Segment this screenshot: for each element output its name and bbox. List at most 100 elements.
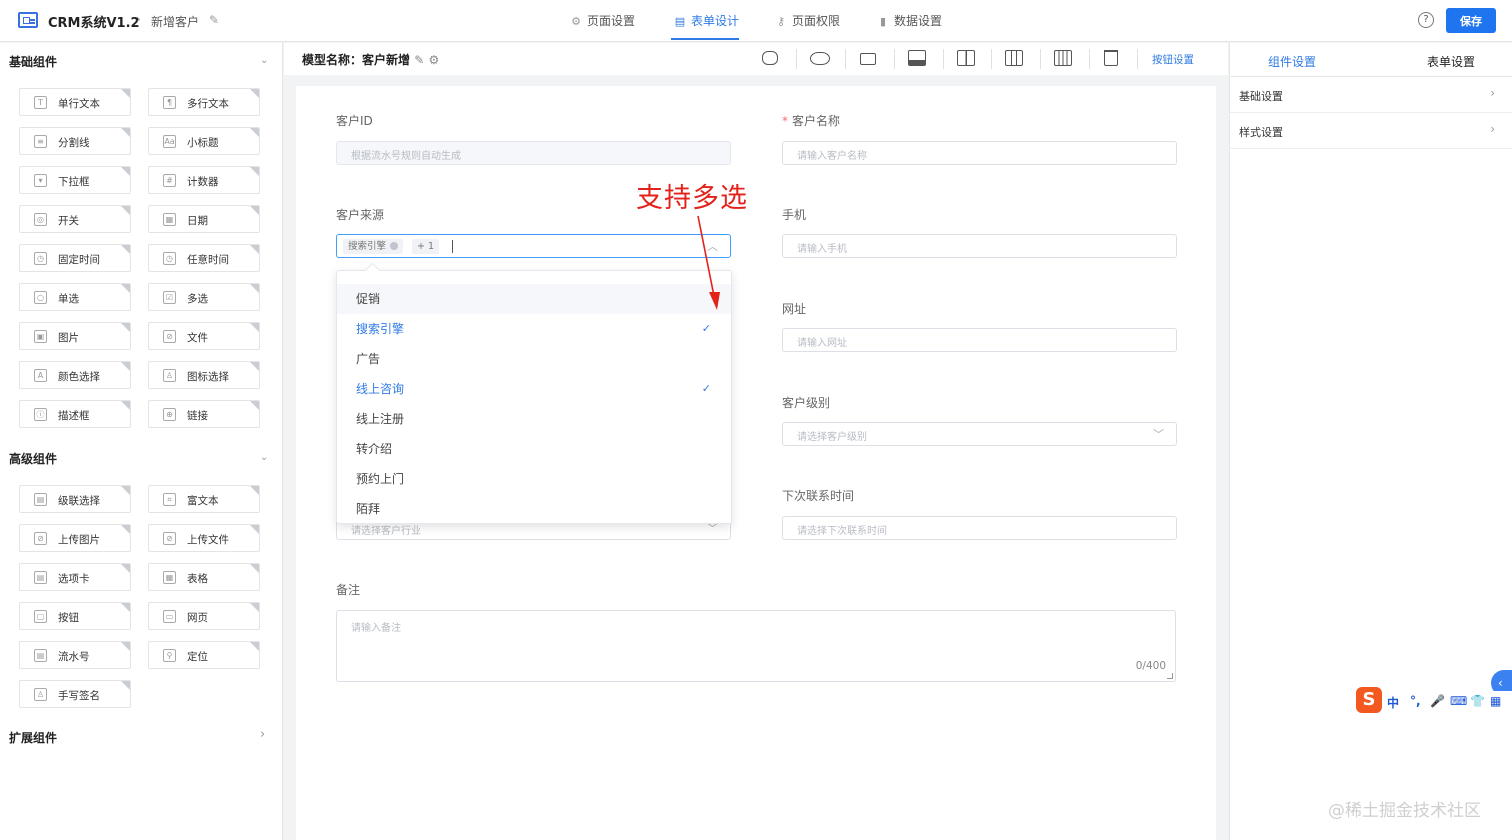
palette-item[interactable]: ◎ 开关: [19, 205, 131, 233]
customer-level-label: 客户级别: [782, 396, 831, 410]
button-settings-link[interactable]: 按钮设置: [1152, 52, 1194, 67]
mobile-input[interactable]: 请输入手机: [782, 234, 1177, 258]
chevron-down-icon[interactable]: ⌄: [260, 55, 268, 66]
palette-item[interactable]: ▤ 级联选择: [19, 485, 131, 513]
component-type-icon: ⓘ: [34, 408, 47, 421]
ime-keyboard-icon[interactable]: ⌨: [1450, 694, 1467, 708]
customer-source-select[interactable]: 搜索引擎 + 1 ︿: [336, 234, 731, 258]
dropdown-option[interactable]: 广告: [337, 344, 731, 374]
annotation-text: 支持多选: [636, 183, 748, 214]
tab-page-settings[interactable]: ⚙ 页面设置: [569, 12, 635, 29]
palette-item[interactable]: ▦ 表格: [148, 563, 260, 591]
palette-item[interactable]: ☑ 多选: [148, 283, 260, 311]
palette-item[interactable]: ▢ 按钮: [19, 602, 131, 630]
edit-icon[interactable]: ✎: [414, 53, 424, 67]
dropdown-option[interactable]: 搜索引擎 ✓: [337, 314, 731, 344]
dropdown-option[interactable]: 线上咨询 ✓: [337, 374, 731, 404]
style-settings-row[interactable]: 样式设置 ›: [1230, 113, 1512, 149]
code-icon[interactable]: [860, 53, 876, 65]
ime-logo-icon[interactable]: S: [1356, 687, 1382, 713]
palette-item[interactable]: ⊘ 上传图片: [19, 524, 131, 552]
palette-item[interactable]: ⚲ 定位: [148, 641, 260, 669]
palette-item[interactable]: # 计数器: [148, 166, 260, 194]
palette-item[interactable]: T 单行文本: [19, 88, 131, 116]
palette-item[interactable]: ⌗ 富文本: [148, 485, 260, 513]
palette-item[interactable]: ▤ 流水号: [19, 641, 131, 669]
edit-title-icon[interactable]: ✎: [209, 13, 219, 27]
tab-page-permission[interactable]: ⚷ 页面权限: [774, 12, 840, 29]
palette-item-label: 开关: [58, 215, 79, 227]
ime-chinese-mode-icon[interactable]: 中: [1387, 694, 1399, 711]
palette-item[interactable]: ¶ 多行文本: [148, 88, 260, 116]
layout-four-column-icon[interactable]: [1054, 50, 1072, 66]
tab-data-settings[interactable]: ▮ 数据设置: [876, 12, 942, 29]
component-type-icon: ▣: [34, 330, 47, 343]
selected-tag[interactable]: 搜索引擎: [343, 239, 404, 254]
resize-handle[interactable]: [1167, 673, 1173, 679]
palette-item[interactable]: ⊘ 上传文件: [148, 524, 260, 552]
toolbar-divider: [1089, 49, 1090, 69]
next-contact-input[interactable]: 请选择下次联系时间: [782, 516, 1177, 540]
dropdown-option[interactable]: 线上注册: [337, 404, 731, 434]
palette-item[interactable]: ⓘ 描述框: [19, 400, 131, 428]
palette-item[interactable]: ▦ 日期: [148, 205, 260, 233]
advanced-components-title: 高级组件: [9, 452, 58, 466]
palette-item[interactable]: ◷ 任意时间: [148, 244, 260, 272]
ime-toolbar: S 中 °, 🎤 ⌨ 👕 ▦: [1356, 687, 1512, 717]
palette-item[interactable]: ≡ 分割线: [19, 127, 131, 155]
tab-component-settings[interactable]: 组件设置: [1268, 53, 1316, 70]
component-type-icon: Aa: [163, 135, 176, 148]
palette-item-label: 文件: [187, 332, 208, 344]
tab-form-design[interactable]: ▤ 表单设计: [673, 12, 739, 29]
trash-icon[interactable]: [1104, 50, 1118, 66]
gear-icon[interactable]: ⚙: [428, 53, 439, 67]
save-button[interactable]: 保存: [1446, 8, 1496, 33]
palette-item[interactable]: ▣ 图片: [19, 322, 131, 350]
dropdown-option[interactable]: 陌拜: [337, 494, 731, 524]
palette-item-label: 手写签名: [58, 690, 100, 702]
palette-item[interactable]: ⊘ 文件: [148, 322, 260, 350]
palette-item-label: 上传文件: [187, 534, 229, 546]
ime-voice-icon[interactable]: 🎤: [1430, 694, 1445, 708]
palette-item[interactable]: Aa 小标题: [148, 127, 260, 155]
layout-two-column-icon[interactable]: [957, 50, 975, 66]
dropdown-option-label: 促销: [356, 292, 381, 306]
palette-item[interactable]: ◷ 固定时间: [19, 244, 131, 272]
component-type-icon: ⊘: [163, 330, 176, 343]
palette-item[interactable]: A 颜色选择: [19, 361, 131, 389]
palette-item[interactable]: ▭ 网页: [148, 602, 260, 630]
top-bar: CRM系统V1.2 › 新增客户 ✎ ⚙ 页面设置 ▤ 表单设计 ⚷ 页面权限 ▮ 数据…: [0, 0, 1512, 42]
dropdown-option-label: 线上咨询: [356, 382, 405, 396]
customer-name-input[interactable]: 请输入客户名称: [782, 141, 1177, 165]
layout-one-column-icon[interactable]: [908, 50, 926, 66]
palette-item[interactable]: ♙ 手写签名: [19, 680, 131, 708]
preview-eye-icon[interactable]: [810, 52, 830, 65]
help-icon[interactable]: ?: [1418, 12, 1434, 28]
dropdown-option[interactable]: 转介绍: [337, 434, 731, 464]
customer-source-label: 客户来源: [336, 208, 385, 222]
dropdown-option[interactable]: 预约上门: [337, 464, 731, 494]
basic-settings-row[interactable]: 基础设置 ›: [1230, 77, 1512, 113]
chevron-right-icon[interactable]: ›: [260, 727, 265, 742]
component-type-icon: ◷: [34, 252, 47, 265]
palette-item[interactable]: ♙ 图标选择: [148, 361, 260, 389]
palette-item[interactable]: ○ 单选: [19, 283, 131, 311]
customer-level-select[interactable]: 请选择客户级别 ﹀: [782, 422, 1177, 446]
close-icon[interactable]: [390, 242, 399, 250]
tab-form-settings[interactable]: 表单设置: [1427, 53, 1475, 70]
link-icon[interactable]: [762, 51, 778, 65]
ime-skin-icon[interactable]: 👕: [1470, 694, 1485, 708]
ime-tools-icon[interactable]: ▦: [1490, 694, 1501, 708]
palette-item-label: 按钮: [58, 612, 79, 624]
toolbar-divider: [991, 49, 992, 69]
remark-textarea[interactable]: 请输入备注 0/400: [336, 610, 1176, 682]
layout-three-column-icon[interactable]: [1005, 50, 1023, 66]
ime-punctuation-icon[interactable]: °,: [1410, 694, 1421, 708]
palette-item[interactable]: ▾ 下拉框: [19, 166, 131, 194]
palette-item[interactable]: ▤ 选项卡: [19, 563, 131, 591]
chevron-down-icon[interactable]: ⌄: [260, 452, 268, 463]
palette-item[interactable]: ⊕ 链接: [148, 400, 260, 428]
palette-item-label: 表格: [187, 573, 208, 585]
website-input[interactable]: 请输入网址: [782, 328, 1177, 352]
dropdown-option[interactable]: 促销: [337, 284, 731, 314]
